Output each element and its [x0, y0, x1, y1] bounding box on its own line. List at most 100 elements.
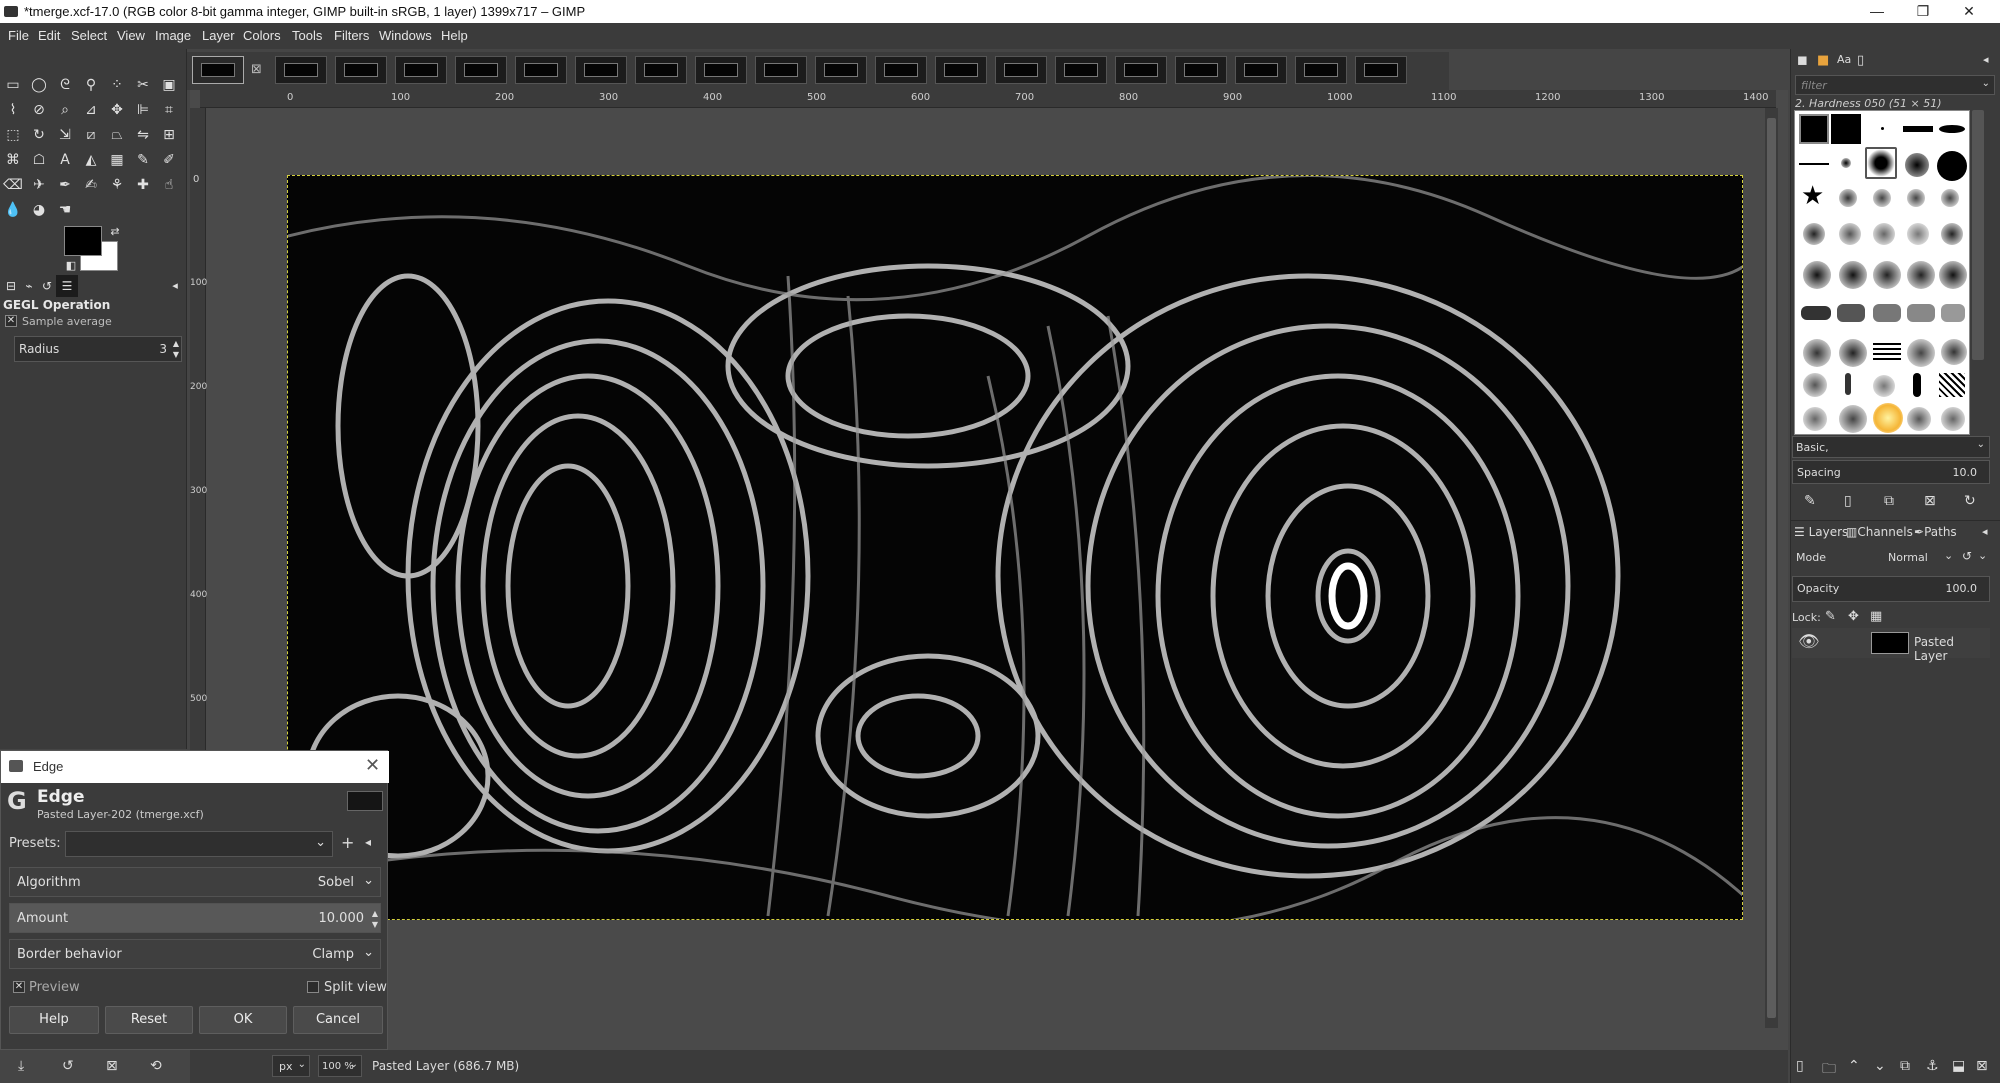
duplicate-layer-icon[interactable]: ⧉ [1900, 1058, 1910, 1074]
ok-button[interactable]: OK [199, 1006, 287, 1034]
brush-item[interactable] [1803, 407, 1827, 431]
configure-tab-icon[interactable]: ◂ [164, 275, 186, 297]
brush-item[interactable] [1881, 127, 1884, 130]
image-tab-thumbnail[interactable] [192, 56, 244, 84]
menu-windows[interactable]: Windows [379, 28, 432, 43]
layer-row[interactable]: 👁 Pasted Layer [1792, 628, 1990, 663]
heal-icon[interactable]: ✚ [132, 174, 154, 196]
brush-item[interactable] [1873, 304, 1901, 322]
undo-history-tab-icon[interactable]: ↺ [36, 275, 58, 297]
image-tab-thumbnail[interactable] [335, 56, 387, 84]
brush-item[interactable] [1907, 407, 1931, 431]
preview-checkbox[interactable]: ✕ [13, 981, 25, 993]
help-button[interactable]: Help [9, 1006, 99, 1034]
image-tab-thumbnail[interactable] [1355, 56, 1407, 84]
text-icon[interactable]: A [54, 149, 76, 171]
brush-item[interactable] [1905, 153, 1929, 177]
smudge-icon[interactable]: ☝ [158, 174, 180, 196]
image-tab-thumbnail[interactable] [1115, 56, 1167, 84]
patterns-tab-icon[interactable]: ■ [1817, 53, 1829, 68]
menu-view[interactable]: View [117, 28, 145, 43]
image-tab-thumbnail[interactable] [1235, 56, 1287, 84]
brush-item[interactable] [1845, 373, 1851, 395]
image-tab-thumbnail[interactable] [755, 56, 807, 84]
brush-item[interactable] [1873, 261, 1901, 289]
refresh-brushes-icon[interactable]: ↻ [1964, 493, 1976, 509]
vertical-scrollbar[interactable] [1765, 108, 1778, 1028]
ink-icon[interactable]: ✒ [54, 174, 76, 196]
preset-menu-icon[interactable]: ◂ [365, 835, 371, 849]
brush-item[interactable] [1839, 405, 1867, 433]
image-tab-thumbnail[interactable] [275, 56, 327, 84]
free-select-icon[interactable]: ᘓ [54, 74, 76, 96]
brush-item[interactable] [1939, 125, 1965, 133]
opacity-spinner[interactable]: Opacity 100.0 [1792, 576, 1990, 602]
measure-icon[interactable]: ⊿ [80, 99, 102, 121]
handle-transform-icon[interactable]: ☖ [28, 149, 50, 171]
menu-edit[interactable]: Edit [38, 28, 60, 43]
brush-item[interactable] [1803, 223, 1825, 245]
cage-icon[interactable]: ⊞ [158, 124, 180, 146]
scissors-icon[interactable]: ✂ [132, 74, 154, 96]
save-options-icon[interactable]: ⤓ [18, 1058, 24, 1074]
brush-scrollbar[interactable] [1972, 110, 1984, 360]
new-layer-icon[interactable]: ▯ [1796, 1058, 1804, 1074]
image-tab-thumbnail[interactable] [635, 56, 687, 84]
pencil-icon[interactable]: ✎ [132, 149, 154, 171]
split-view-checkbox[interactable] [307, 981, 319, 993]
brush-item[interactable] [1839, 261, 1867, 289]
image-tab-thumbnail[interactable] [695, 56, 747, 84]
brush-item[interactable] [1803, 261, 1831, 289]
delete-options-icon[interactable]: ⊠ [106, 1058, 118, 1074]
configure-tab-icon[interactable]: ◂ [1983, 53, 1989, 66]
brush-item[interactable] [1903, 126, 1933, 132]
brush-item-selected[interactable] [1865, 147, 1897, 179]
brush-item[interactable] [1839, 339, 1867, 367]
image-tab-thumbnail[interactable] [995, 56, 1047, 84]
menu-tools[interactable]: Tools [292, 28, 322, 43]
foreground-color-swatch[interactable] [64, 226, 102, 256]
spin-arrows-icon[interactable]: ▲ ▼ [372, 908, 378, 930]
brush-item[interactable] [1799, 163, 1829, 165]
brushes-tab-icon[interactable]: ◼ [1797, 53, 1808, 68]
close-tab-icon[interactable]: ⊠ [251, 62, 262, 77]
brush-item[interactable] [1873, 403, 1903, 433]
brush-item[interactable] [1873, 189, 1891, 207]
brush-item[interactable] [1907, 223, 1929, 245]
brush-preset-selector[interactable]: Basic, ⌄ [1792, 436, 1990, 458]
presets-combo[interactable]: ⌄ [65, 831, 333, 857]
edge-detected-image[interactable] [287, 175, 1743, 920]
reset-options-icon[interactable]: ⟲ [150, 1058, 162, 1074]
color-picker-icon[interactable]: ⊘ [28, 99, 50, 121]
unified-transform-icon[interactable]: ⬚ [2, 124, 24, 146]
restore-options-icon[interactable]: ↺ [62, 1058, 74, 1074]
lower-layer-icon[interactable]: ⌄ [1874, 1058, 1886, 1074]
brush-item[interactable] [1799, 114, 1829, 144]
amount-spinner[interactable]: Amount 10.000 ▲ ▼ [9, 903, 381, 933]
crop-icon[interactable]: ⌗ [158, 99, 180, 121]
brush-item[interactable] [1941, 189, 1959, 207]
fuzzy-select-icon[interactable]: ⚲ [80, 74, 102, 96]
brush-item[interactable] [1907, 189, 1925, 207]
anchor-layer-icon[interactable]: ⚓ [1926, 1058, 1939, 1074]
foreground-select-icon[interactable]: ▣ [158, 74, 180, 96]
smudge-finger-icon[interactable]: ☚ [54, 199, 76, 221]
sample-average-toggle[interactable]: ✕ [5, 315, 17, 327]
brush-item[interactable] [1939, 261, 1967, 289]
blur-icon[interactable]: 💧 [2, 199, 24, 221]
gradient-icon[interactable]: ▦ [106, 149, 128, 171]
menu-image[interactable]: Image [155, 28, 191, 43]
eye-visibility-icon[interactable]: 👁 [1798, 632, 1820, 652]
brush-grid[interactable]: ★ [1794, 110, 1970, 435]
image-tab-thumbnail[interactable] [935, 56, 987, 84]
tab-paths[interactable]: ✒Paths [1914, 525, 1957, 539]
spin-arrows-icon[interactable]: ▲ ▼ [173, 338, 179, 360]
star-brush-icon[interactable]: ★ [1801, 181, 1824, 211]
image-tab-thumbnail[interactable] [1055, 56, 1107, 84]
image-tab-thumbnail[interactable] [395, 56, 447, 84]
zoom-selector[interactable]: 100 % ⌄ [318, 1055, 362, 1077]
image-tab-thumbnail[interactable] [1295, 56, 1347, 84]
image-tab-thumbnail[interactable] [875, 56, 927, 84]
cancel-button[interactable]: Cancel [293, 1006, 383, 1034]
image-tab-thumbnail[interactable] [575, 56, 627, 84]
